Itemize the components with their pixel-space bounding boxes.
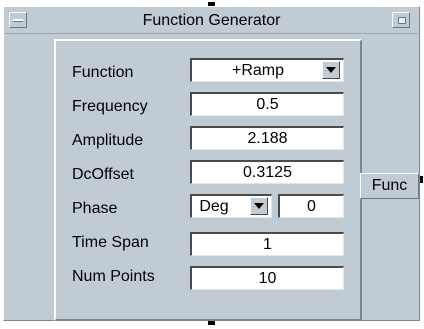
function-label: Function xyxy=(72,64,134,81)
phase-field[interactable]: 0 xyxy=(278,194,344,218)
phase-label: Phase xyxy=(72,200,118,217)
maximize-icon xyxy=(398,17,406,24)
phase-unit-select[interactable]: Deg xyxy=(190,194,272,218)
chevron-down-icon xyxy=(254,203,264,209)
phase-unit-dropdown-button[interactable] xyxy=(250,197,268,215)
dcoffset-field[interactable]: 0.3125 xyxy=(190,160,344,184)
time-span-field[interactable]: 1 xyxy=(190,232,344,256)
phase-unit-value: Deg xyxy=(199,198,229,215)
dcoffset-label: DcOffset xyxy=(72,166,134,183)
maximize-button[interactable] xyxy=(392,12,410,28)
num-points-label: Num Points xyxy=(72,268,155,285)
function-select[interactable]: +Ramp xyxy=(190,58,344,82)
func-output-terminal[interactable]: Func xyxy=(360,173,419,199)
amplitude-label: Amplitude xyxy=(72,132,144,149)
function-dropdown-button[interactable] xyxy=(322,61,340,79)
function-generator-window: Function Generator Function +Ramp Freque… xyxy=(3,6,420,321)
frequency-field[interactable]: 0.5 xyxy=(190,92,344,116)
frequency-label: Frequency xyxy=(72,98,148,115)
function-value: +Ramp xyxy=(231,62,285,79)
parameters-panel: Function +Ramp Frequency 0.5 Amplitude 2… xyxy=(54,39,362,321)
title-bar[interactable]: Function Generator xyxy=(5,8,418,34)
window-title: Function Generator xyxy=(142,12,281,29)
num-points-field[interactable]: 10 xyxy=(190,266,344,290)
time-span-label: Time Span xyxy=(72,234,149,251)
amplitude-field[interactable]: 2.188 xyxy=(190,126,344,150)
chevron-down-icon xyxy=(326,67,336,73)
